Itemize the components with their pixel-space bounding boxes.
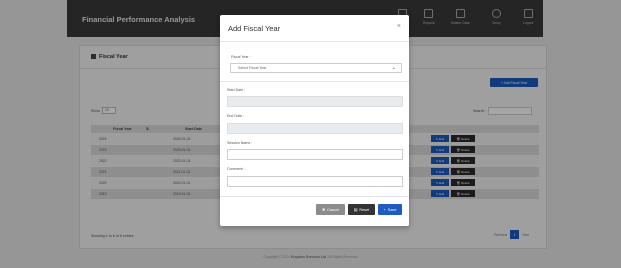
cancel-button[interactable]: ✖ Cancel: [316, 204, 345, 215]
fiscal-year-label: Fiscal Year :: [231, 55, 251, 59]
end-date-field[interactable]: [227, 123, 403, 134]
close-icon[interactable]: ×: [397, 23, 401, 30]
plus-icon: +: [383, 207, 386, 212]
start-date-field[interactable]: [227, 96, 403, 107]
end-date-label: End Date :: [227, 114, 244, 118]
save-button[interactable]: + Save: [378, 204, 402, 215]
session-name-label: Session Name :: [227, 141, 253, 145]
fiscal-year-select[interactable]: Select Fiscal Year ⌄: [230, 63, 402, 73]
reset-icon: ▤: [353, 208, 358, 212]
divider: [220, 196, 409, 197]
modal-title: Add Fiscal Year: [228, 24, 281, 33]
comment-label: Comment :: [227, 167, 245, 171]
comment-field[interactable]: [227, 176, 403, 187]
reset-button[interactable]: ▤ Reset: [348, 204, 375, 215]
chevron-down-icon: ⌄: [391, 65, 396, 71]
divider: [220, 81, 409, 82]
start-date-label: Start Date :: [227, 88, 246, 92]
add-fiscal-year-modal: Add Fiscal Year × Fiscal Year : Select F…: [220, 15, 409, 226]
session-name-field[interactable]: [227, 149, 403, 160]
close-icon: ✖: [321, 208, 326, 212]
divider: [220, 41, 409, 42]
